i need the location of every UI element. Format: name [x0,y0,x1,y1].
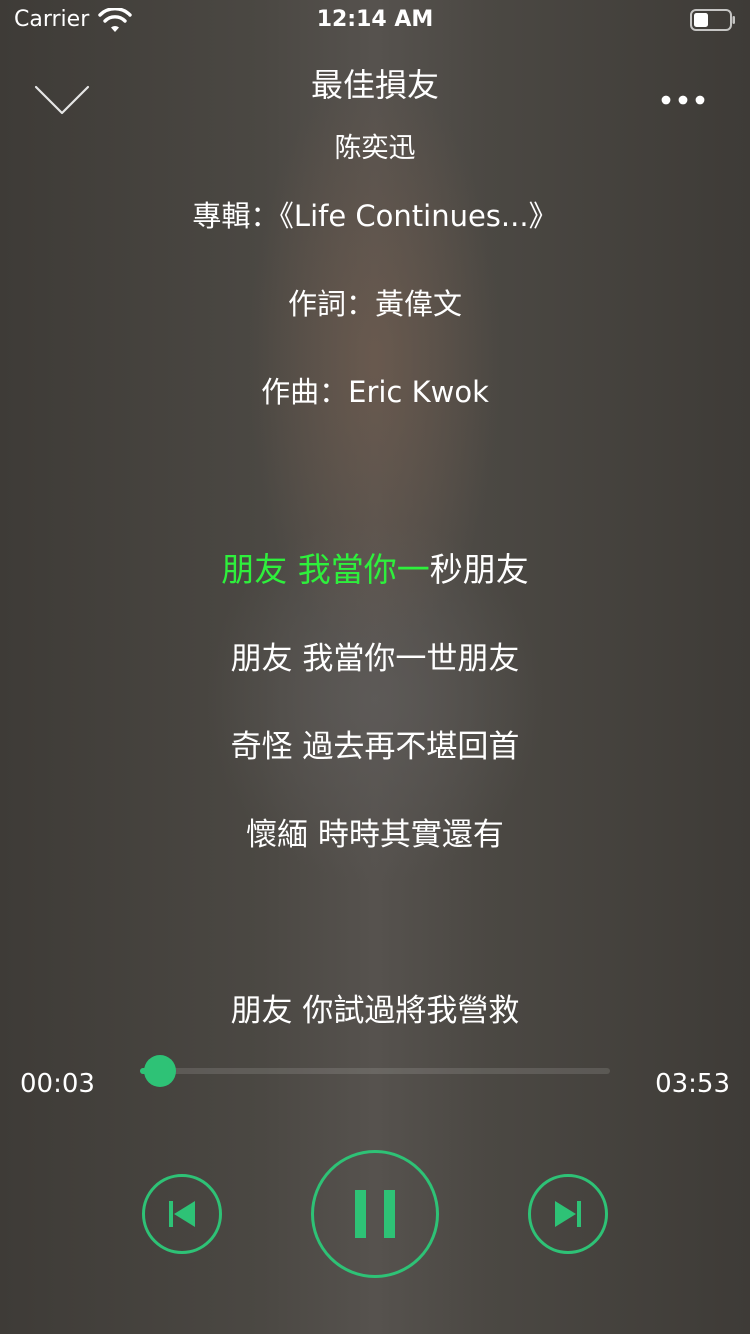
pause-button[interactable] [311,1150,439,1278]
album-line: 專輯：《Life Continues...》 [192,199,558,233]
progress-slider[interactable] [140,1055,610,1087]
lyric-line: 奇怪 過去再不堪回首 [230,729,520,765]
duration-time: 03:53 [655,1069,730,1099]
artist-name: 陈奕迅 [334,133,416,164]
next-button[interactable] [528,1174,608,1254]
status-bar: Carrier 12:14 AM [0,0,750,44]
current-lyric-sung: 朋友 我當你一 [221,550,430,589]
current-lyric-rest: 秒朋友 [429,550,529,589]
elapsed-time: 00:03 [20,1069,95,1099]
current-lyric-line: 朋友 我當你一秒朋友 [0,543,750,591]
lyric-line: 朋友 你試過將我營救 [230,993,520,1029]
lyricist-line: 作詞：黃偉文 [287,287,462,321]
previous-track-icon [169,1201,195,1227]
pause-icon [355,1190,395,1238]
song-title: 最佳損友 [310,66,439,104]
battery-icon [690,9,735,31]
previous-button[interactable] [142,1174,222,1254]
progress-knob[interactable] [144,1055,177,1087]
lyric-line: 懷緬 時時其實還有 [246,817,504,853]
status-time: 12:14 AM [316,7,434,32]
lyric-line: 朋友 我當你一世朋友 [230,641,520,677]
next-track-icon [555,1201,581,1227]
composer-line: 作曲：Eric Kwok [261,375,489,409]
